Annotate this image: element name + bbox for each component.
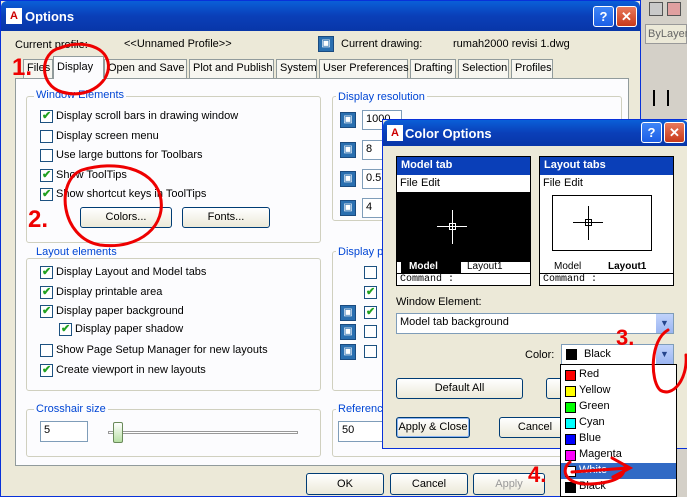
annotation-circle-dropdown bbox=[651, 328, 687, 394]
annotation-circle-colors-button bbox=[63, 164, 163, 248]
annotation-step2: 2. bbox=[28, 206, 49, 233]
annotation-step3: 3. bbox=[616, 325, 635, 350]
annotation-step1: 1. bbox=[12, 54, 33, 81]
tab-display[interactable]: Display bbox=[53, 56, 104, 79]
annotation-step4: 4. bbox=[528, 462, 547, 487]
